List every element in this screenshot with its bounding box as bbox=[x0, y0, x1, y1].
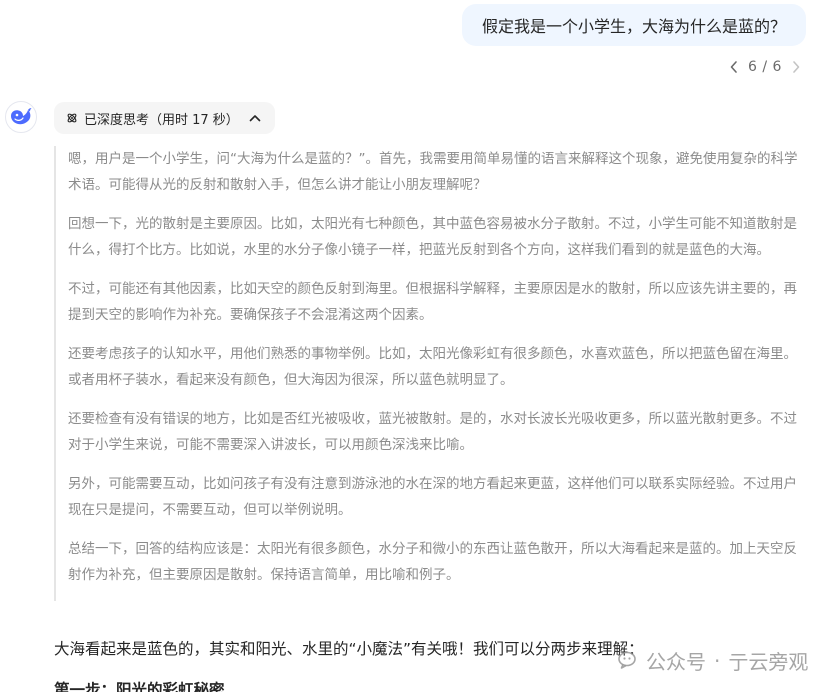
user-message-text: 假定我是一个小学生，大海为什么是蓝的？ bbox=[481, 17, 786, 36]
previous-response-button[interactable] bbox=[726, 59, 742, 75]
reasoning-block: 嗯，用户是一个小学生，问“大海为什么是蓝的？”。首先，我需要用简单易懂的语言来解… bbox=[54, 146, 806, 601]
reasoning-paragraph: 嗯，用户是一个小学生，问“大海为什么是蓝的？”。首先，我需要用简单易懂的语言来解… bbox=[68, 151, 798, 193]
response-pager: 6 / 6 bbox=[726, 56, 804, 78]
watermark-separator: · bbox=[714, 648, 721, 673]
reasoning-paragraph: 还要考虑孩子的认知水平，用他们熟悉的事物举例。比如，太阳光像彩虹有很多颜色，水喜… bbox=[68, 346, 797, 388]
chat-page: 假定我是一个小学生，大海为什么是蓝的？ 6 / 6 已深度思考（用时 17 秒）… bbox=[0, 0, 828, 692]
answer-heading: 第一步：阳光的彩虹秘密 bbox=[54, 681, 225, 692]
user-message-bubble: 假定我是一个小学生，大海为什么是蓝的？ bbox=[462, 4, 806, 46]
chevron-up-icon bbox=[249, 114, 261, 122]
next-response-button[interactable] bbox=[788, 59, 804, 75]
assistant-avatar bbox=[5, 101, 37, 133]
reasoning-paragraph: 总结一下，回答的结构应该是：太阳光有很多颜色，水分子和微小的东西让蓝色散开，所以… bbox=[68, 541, 797, 583]
reasoning-paragraph: 另外，可能需要互动，比如问孩子有没有注意到游泳池的水在深的地方看起来更蓝，这样他… bbox=[68, 476, 797, 518]
whale-logo-icon bbox=[11, 108, 32, 125]
deep-think-toggle[interactable]: 已深度思考（用时 17 秒） bbox=[54, 102, 275, 134]
chevron-left-icon bbox=[730, 61, 737, 73]
wechat-icon bbox=[618, 651, 640, 671]
watermark: 公众号 · 亍云旁观 bbox=[618, 646, 808, 675]
deep-think-icon bbox=[66, 112, 78, 124]
reasoning-paragraph: 回想一下，光的散射是主要原因。比如，太阳光有七种颜色，其中蓝色容易被水分子散射。… bbox=[68, 216, 797, 258]
pager-count: 6 / 6 bbox=[748, 59, 782, 75]
reasoning-paragraph: 还要检查有没有错误的地方，比如是否红光被吸收，蓝光被散射。是的，水对长波长光吸收… bbox=[68, 411, 797, 453]
watermark-author: 亍云旁观 bbox=[728, 650, 809, 674]
deep-think-label: 已深度思考（用时 17 秒） bbox=[84, 112, 239, 128]
watermark-source: 公众号 bbox=[646, 650, 706, 674]
reasoning-paragraph: 不过，可能还有其他因素，比如天空的颜色反射到海里。但根据科学解释，主要原因是水的… bbox=[68, 281, 797, 323]
chevron-right-icon bbox=[793, 61, 800, 73]
